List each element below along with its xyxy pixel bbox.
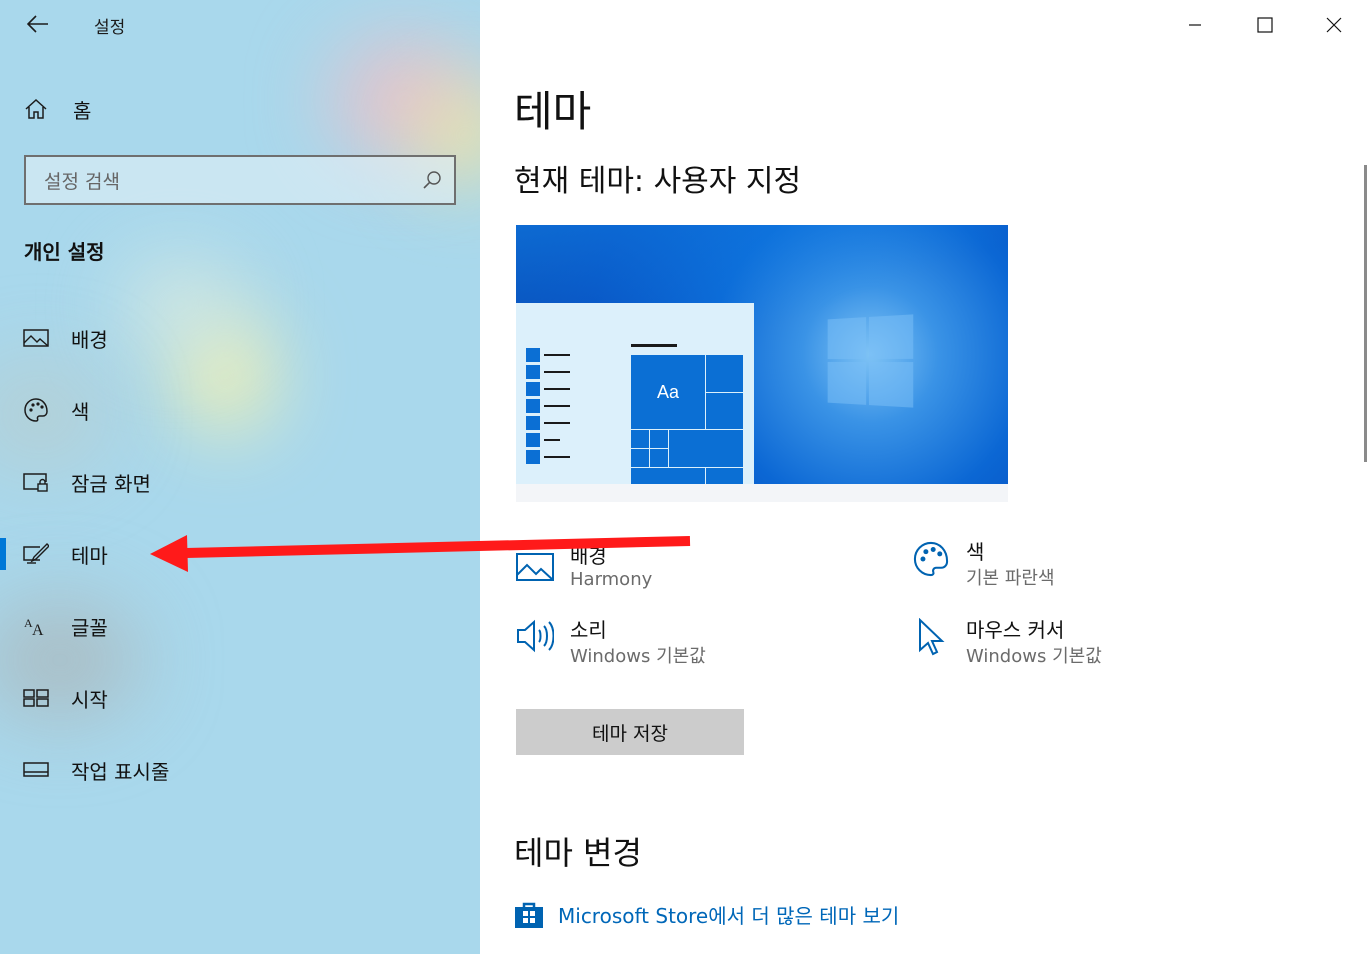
- sidebar-item-home[interactable]: 홈: [0, 87, 480, 131]
- palette-icon: [22, 396, 50, 424]
- tile: [668, 429, 744, 468]
- option-name: 소리: [570, 618, 607, 642]
- sidebar-item-label: 테마: [71, 543, 108, 568]
- option-value: Windows 기본값: [570, 646, 706, 667]
- start-tiles-icon: [22, 684, 50, 712]
- theme-option-mouse-cursor[interactable]: 마우스 커서 Windows 기본값: [912, 617, 1272, 678]
- tile: [705, 392, 744, 430]
- tile: [649, 429, 669, 449]
- tile: [649, 448, 669, 468]
- theme-brush-icon: [22, 540, 50, 568]
- search-placeholder: 설정 검색: [44, 170, 120, 193]
- option-name: 색: [966, 540, 985, 564]
- store-bag-icon: [514, 899, 544, 929]
- scrollbar[interactable]: [1364, 165, 1367, 462]
- theme-option-sounds[interactable]: 소리 Windows 기본값: [516, 618, 876, 678]
- speaker-icon: [516, 618, 556, 658]
- sidebar: 설정 홈 설정 검색 개인 설정 배경 색 잠금 화면 테마 A A 글꼴 시작…: [0, 0, 480, 954]
- sidebar-item-label: 홈: [73, 98, 92, 123]
- back-button[interactable]: [22, 10, 54, 38]
- page-title: 테마: [514, 87, 592, 136]
- sidebar-item-background[interactable]: 배경: [0, 316, 480, 360]
- sidebar-item-label: 시작: [71, 687, 108, 712]
- minimize-button[interactable]: [1172, 8, 1218, 42]
- change-theme-heading: 테마 변경: [514, 834, 642, 872]
- sidebar-item-lock-screen[interactable]: 잠금 화면: [0, 460, 480, 504]
- tile-aa: Aa: [630, 354, 706, 430]
- sidebar-item-taskbar[interactable]: 작업 표시줄: [0, 748, 480, 792]
- tile: [705, 467, 744, 485]
- save-theme-button[interactable]: 테마 저장: [516, 709, 744, 755]
- search-input[interactable]: 설정 검색: [24, 155, 456, 205]
- svg-text:A: A: [32, 622, 44, 637]
- option-value: 기본 파란색: [966, 568, 1055, 589]
- sidebar-item-label: 배경: [71, 327, 108, 352]
- sidebar-item-themes[interactable]: 테마: [0, 532, 480, 576]
- tile: [630, 467, 706, 485]
- section-title: 개인 설정: [24, 240, 105, 264]
- minimize-icon: [1189, 24, 1201, 26]
- back-arrow-icon: [27, 15, 48, 33]
- picture-icon: [516, 552, 556, 592]
- preview-taskbar: [516, 484, 1008, 502]
- store-link-text: Microsoft Store에서 더 많은 테마 보기: [558, 903, 900, 928]
- sidebar-item-label: 색: [71, 399, 90, 424]
- close-button[interactable]: [1311, 8, 1357, 42]
- app-title: 설정: [94, 18, 126, 38]
- theme-preview: Aa: [516, 225, 1008, 502]
- mouse-cursor-icon: [912, 617, 952, 658]
- search-icon: [422, 170, 442, 190]
- start-menu-preview: Aa: [516, 303, 754, 485]
- tile: [630, 429, 650, 449]
- picture-icon: [22, 324, 50, 352]
- theme-option-background[interactable]: 배경 Harmony: [516, 544, 876, 612]
- palette-icon: [912, 540, 952, 580]
- option-value: Harmony: [570, 569, 653, 590]
- tile: [630, 448, 650, 468]
- sidebar-item-fonts[interactable]: AA 글꼴: [0, 604, 480, 648]
- sidebar-item-label: 잠금 화면: [71, 471, 151, 496]
- maximize-button[interactable]: [1242, 8, 1288, 42]
- tile-group-header: [631, 344, 677, 347]
- tile: [705, 354, 744, 393]
- main-content: 테마 현재 테마: 사용자 지정 Aa 배경 Harmony 색 기본 파란색 …: [480, 0, 1370, 954]
- home-icon: [22, 95, 50, 123]
- sidebar-item-label: 글꼴: [71, 615, 108, 640]
- sidebar-item-label: 작업 표시줄: [71, 759, 170, 784]
- theme-option-color[interactable]: 색 기본 파란색: [912, 540, 1272, 600]
- maximize-icon: [1257, 17, 1273, 33]
- current-theme-heading: 현재 테마: 사용자 지정: [514, 164, 802, 199]
- windows-logo-icon: [827, 314, 914, 408]
- font-icon: AA: [22, 612, 50, 640]
- option-name: 마우스 커서: [966, 618, 1065, 642]
- sidebar-item-color[interactable]: 색: [0, 388, 480, 432]
- store-link[interactable]: Microsoft Store에서 더 많은 테마 보기: [514, 897, 899, 931]
- lock-screen-icon: [22, 468, 50, 496]
- taskbar-icon: [22, 756, 50, 784]
- sidebar-item-start[interactable]: 시작: [0, 676, 480, 720]
- option-name: 배경: [570, 544, 607, 568]
- option-value: Windows 기본값: [966, 646, 1102, 667]
- close-icon: [1326, 17, 1342, 33]
